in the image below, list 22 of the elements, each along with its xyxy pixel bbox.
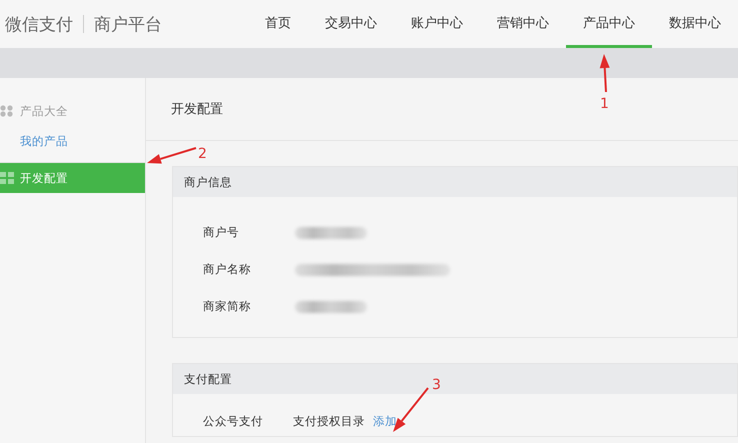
- field-label: 商户号: [203, 225, 240, 240]
- redacted-value: [295, 226, 367, 238]
- nav-tab[interactable]: 交易中心: [308, 0, 394, 48]
- redacted-value: [295, 300, 367, 312]
- brand-logo: 微信支付: [4, 14, 73, 36]
- platform-title: 商户平台: [94, 14, 162, 36]
- field-label: 公众号支付: [203, 414, 264, 428]
- nav-tab[interactable]: 营销中心: [480, 0, 566, 48]
- annotation-number: 1: [600, 96, 609, 112]
- field-label: 商户名称: [203, 262, 252, 277]
- nav-tab[interactable]: 首页: [248, 0, 308, 48]
- annotation-arrow: [600, 54, 610, 92]
- field-label: 商家简称: [203, 299, 252, 314]
- annotation-number: 2: [198, 146, 207, 162]
- grid-icon: [0, 172, 14, 184]
- nav-tab[interactable]: 数据中心: [652, 0, 738, 48]
- annotation-number: 3: [432, 377, 441, 393]
- card-title: 商户信息: [173, 167, 737, 197]
- dots-icon: [0, 105, 14, 117]
- field-label: 支付授权目录: [293, 414, 365, 428]
- nav-tab[interactable]: 账户中心: [394, 0, 480, 48]
- annotation-arrow: [147, 147, 196, 164]
